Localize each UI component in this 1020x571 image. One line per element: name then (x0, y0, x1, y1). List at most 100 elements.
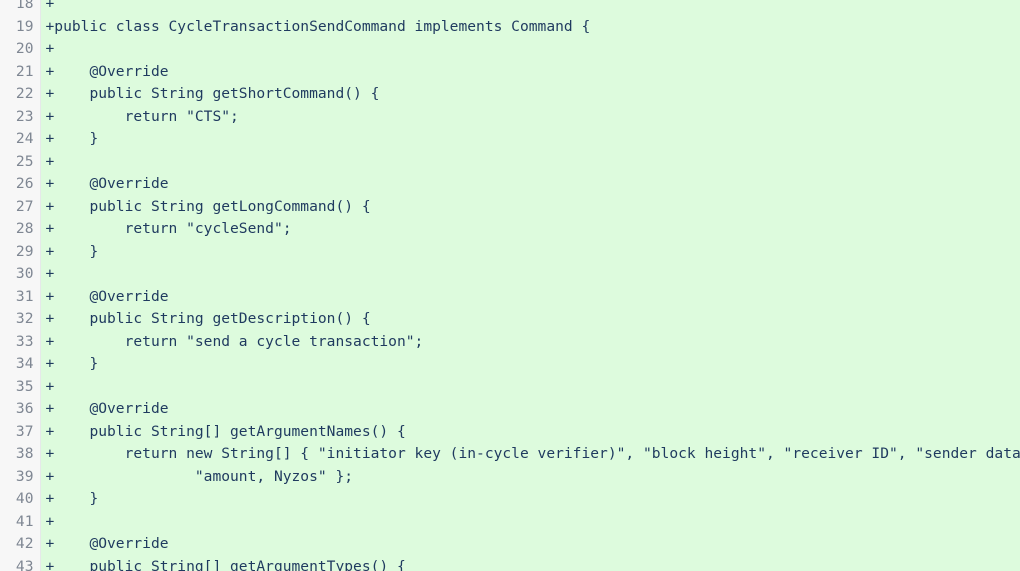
line-number-cell[interactable]: 22 (0, 83, 41, 106)
line-number-cell[interactable]: 29 (0, 240, 41, 263)
diff-line-row[interactable]: 38 + return new String[] { "initiator key… (0, 443, 1020, 466)
diff-line-row[interactable]: 34 + } (0, 353, 1020, 376)
diff-line-content[interactable]: +public class CycleTransactionSendComman… (40, 15, 1020, 38)
diff-add-marker: + (45, 17, 55, 35)
line-number-cell[interactable]: 19 (0, 15, 41, 38)
line-number-cell[interactable]: 35 (0, 375, 41, 398)
diff-line-content[interactable]: + } (40, 240, 1020, 263)
line-number-cell[interactable]: 32 (0, 308, 41, 331)
diff-line-row[interactable]: 39 + "amount, Nyzos" }; (0, 465, 1020, 488)
diff-line-row[interactable]: 21 + @Override (0, 60, 1020, 83)
diff-line-content[interactable]: + (40, 38, 1020, 61)
diff-line-content[interactable]: + @Override (40, 533, 1020, 556)
diff-line-row[interactable]: 30 + (0, 263, 1020, 286)
diff-line-content[interactable]: + return "send a cycle transaction"; (40, 330, 1020, 353)
diff-add-marker: + (45, 377, 55, 395)
diff-add-marker: + (45, 40, 55, 57)
diff-line-content[interactable]: + (40, 263, 1020, 286)
line-number-cell[interactable]: 26 (0, 173, 41, 196)
diff-line-content[interactable]: + @Override (40, 60, 1020, 83)
line-number-cell[interactable]: 23 (0, 105, 41, 128)
line-number-cell[interactable]: 37 (0, 420, 41, 443)
line-number-cell[interactable]: 40 (0, 488, 41, 511)
diff-line-content[interactable]: + public String[] getArgumentNames() { (40, 420, 1020, 443)
diff-line-content[interactable]: + } (40, 488, 1020, 511)
diff-code-text: } (54, 490, 99, 507)
line-number-cell[interactable]: 34 (0, 353, 41, 376)
diff-line-row[interactable]: 20 + (0, 38, 1020, 61)
diff-add-marker: + (45, 0, 55, 12)
line-number-cell[interactable]: 18 (0, 0, 41, 16)
diff-line-content[interactable]: + } (40, 353, 1020, 376)
line-number-cell[interactable]: 38 (0, 443, 41, 466)
diff-line-content[interactable]: + } (40, 128, 1020, 151)
diff-line-row[interactable]: 40 + } (0, 488, 1020, 511)
diff-line-row[interactable]: 19 +public class CycleTransactionSendComm… (0, 15, 1020, 38)
diff-line-content[interactable]: + return new String[] { "initiator key (… (40, 443, 1020, 466)
diff-line-row[interactable]: 26 + @Override (0, 173, 1020, 196)
diff-code-text: @Override (54, 535, 169, 552)
diff-line-row[interactable]: 18 + (0, 0, 1020, 16)
diff-line-content[interactable]: + public String getShortCommand() { (40, 83, 1020, 106)
diff-code-text: @Override (54, 400, 169, 417)
diff-line-row[interactable]: 22 + public String getShortCommand() { (0, 83, 1020, 106)
diff-line-content[interactable]: + "amount, Nyzos" }; (40, 465, 1020, 488)
diff-line-content[interactable]: + @Override (40, 398, 1020, 421)
diff-line-row[interactable]: 35 + (0, 375, 1020, 398)
diff-line-content[interactable]: + return "CTS"; (40, 105, 1020, 128)
diff-add-marker: + (45, 265, 55, 282)
diff-line-row[interactable]: 41 + (0, 510, 1020, 533)
diff-add-marker: + (45, 197, 55, 215)
line-number-cell[interactable]: 20 (0, 38, 41, 61)
diff-add-marker: + (45, 355, 55, 372)
diff-line-row[interactable]: 42 + @Override (0, 533, 1020, 556)
line-number-cell[interactable]: 24 (0, 128, 41, 151)
diff-line-content[interactable]: + public String getLongCommand() { (40, 195, 1020, 218)
diff-add-marker: + (45, 422, 55, 440)
diff-line-content[interactable]: + return "cycleSend"; (40, 218, 1020, 241)
diff-line-content[interactable]: + public String[] getArgumentTypes() { (40, 555, 1020, 571)
diff-line-row[interactable]: 43 + public String[] getArgumentTypes() { (0, 555, 1020, 571)
diff-line-content[interactable]: + @Override (40, 285, 1020, 308)
line-number-cell[interactable]: 25 (0, 150, 41, 173)
diff-line-row[interactable]: 23 + return "CTS"; (0, 105, 1020, 128)
line-number-cell[interactable]: 36 (0, 398, 41, 421)
diff-line-content[interactable]: + (40, 375, 1020, 398)
diff-add-marker: + (45, 220, 55, 237)
diff-code-text: } (54, 130, 99, 147)
diff-line-content[interactable]: + @Override (40, 173, 1020, 196)
diff-line-row[interactable]: 32 + public String getDescription() { (0, 308, 1020, 331)
diff-line-content[interactable]: + (40, 510, 1020, 533)
line-number-cell[interactable]: 39 (0, 465, 41, 488)
diff-add-marker: + (45, 152, 55, 170)
diff-line-content[interactable]: + (40, 150, 1020, 173)
code-diff-viewport[interactable]: 18 +19 +public class CycleTransactionSendC… (0, 0, 1020, 571)
line-number-cell[interactable]: 43 (0, 555, 41, 571)
diff-code-text: public String getShortCommand() { (54, 85, 380, 102)
diff-code-text: return "CTS"; (54, 107, 239, 125)
diff-add-marker: + (45, 332, 55, 350)
diff-line-row[interactable]: 25 + (0, 150, 1020, 173)
diff-line-row[interactable]: 29 + } (0, 240, 1020, 263)
diff-line-row[interactable]: 28 + return "cycleSend"; (0, 218, 1020, 241)
diff-add-marker: + (45, 175, 55, 192)
diff-line-content[interactable]: + (40, 0, 1020, 16)
line-number-cell[interactable]: 30 (0, 263, 41, 286)
diff-line-content[interactable]: + public String getDescription() { (40, 308, 1020, 331)
line-number-cell[interactable]: 41 (0, 510, 41, 533)
diff-line-row[interactable]: 36 + @Override (0, 398, 1020, 421)
diff-add-marker: + (45, 535, 55, 552)
diff-line-row[interactable]: 37 + public String[] getArgumentNames() { (0, 420, 1020, 443)
diff-line-row[interactable]: 27 + public String getLongCommand() { (0, 195, 1020, 218)
diff-line-row[interactable]: 31 + @Override (0, 285, 1020, 308)
diff-line-row[interactable]: 24 + } (0, 128, 1020, 151)
line-number-cell[interactable]: 27 (0, 195, 41, 218)
diff-code-text: @Override (54, 62, 169, 80)
diff-add-marker: + (45, 242, 55, 260)
diff-line-row[interactable]: 33 + return "send a cycle transaction"; (0, 330, 1020, 353)
line-number-cell[interactable]: 31 (0, 285, 41, 308)
line-number-cell[interactable]: 28 (0, 218, 41, 241)
line-number-cell[interactable]: 21 (0, 60, 41, 83)
line-number-cell[interactable]: 33 (0, 330, 41, 353)
line-number-cell[interactable]: 42 (0, 533, 41, 556)
